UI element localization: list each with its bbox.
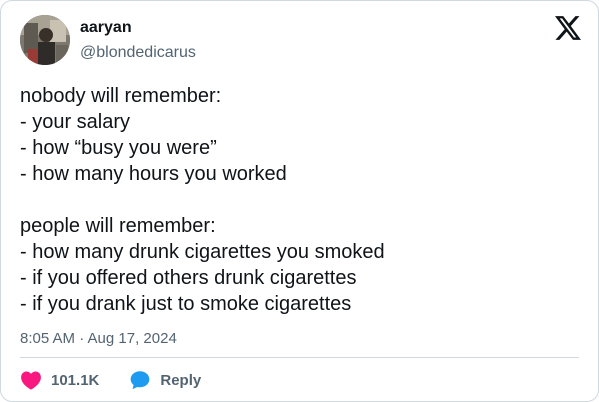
tweet-text: nobody will remember: - your salary - ho… xyxy=(20,83,580,317)
tweet-actions: 101.1K Reply xyxy=(20,367,201,393)
tweet-timestamp[interactable]: 8:05 AM · Aug 17, 2024 xyxy=(20,329,177,349)
tweet-line: - how “busy you were” xyxy=(20,137,217,159)
reply-label: Reply xyxy=(160,371,202,389)
avatar-photo xyxy=(20,15,70,65)
reply-button[interactable]: Reply xyxy=(129,369,201,391)
x-logo-icon[interactable] xyxy=(555,16,581,40)
tweet-line: - if you offered others drunk cigarettes xyxy=(20,267,357,289)
tweet-line: - how many drunk cigarettes you smoked xyxy=(20,241,385,263)
reply-bubble-icon xyxy=(129,369,151,391)
like-button[interactable]: 101.1K xyxy=(20,369,99,391)
tweet-line: - if you drank just to smoke cigarettes xyxy=(20,293,352,315)
tweet-card: aaryan @blondedicarus nobody will rememb… xyxy=(0,0,599,402)
author-avatar[interactable] xyxy=(20,15,70,65)
like-count: 101.1K xyxy=(51,371,100,389)
tweet-line: - your salary xyxy=(20,111,131,133)
divider xyxy=(20,357,579,358)
tweet-line: nobody will remember: xyxy=(20,85,222,107)
author-handle[interactable]: @blondedicarus xyxy=(80,43,196,63)
author-name[interactable]: aaryan xyxy=(80,18,132,38)
tweet-line: - how many hours you worked xyxy=(20,163,287,185)
tweet-line: people will remember: xyxy=(20,215,216,237)
heart-icon xyxy=(20,369,42,391)
